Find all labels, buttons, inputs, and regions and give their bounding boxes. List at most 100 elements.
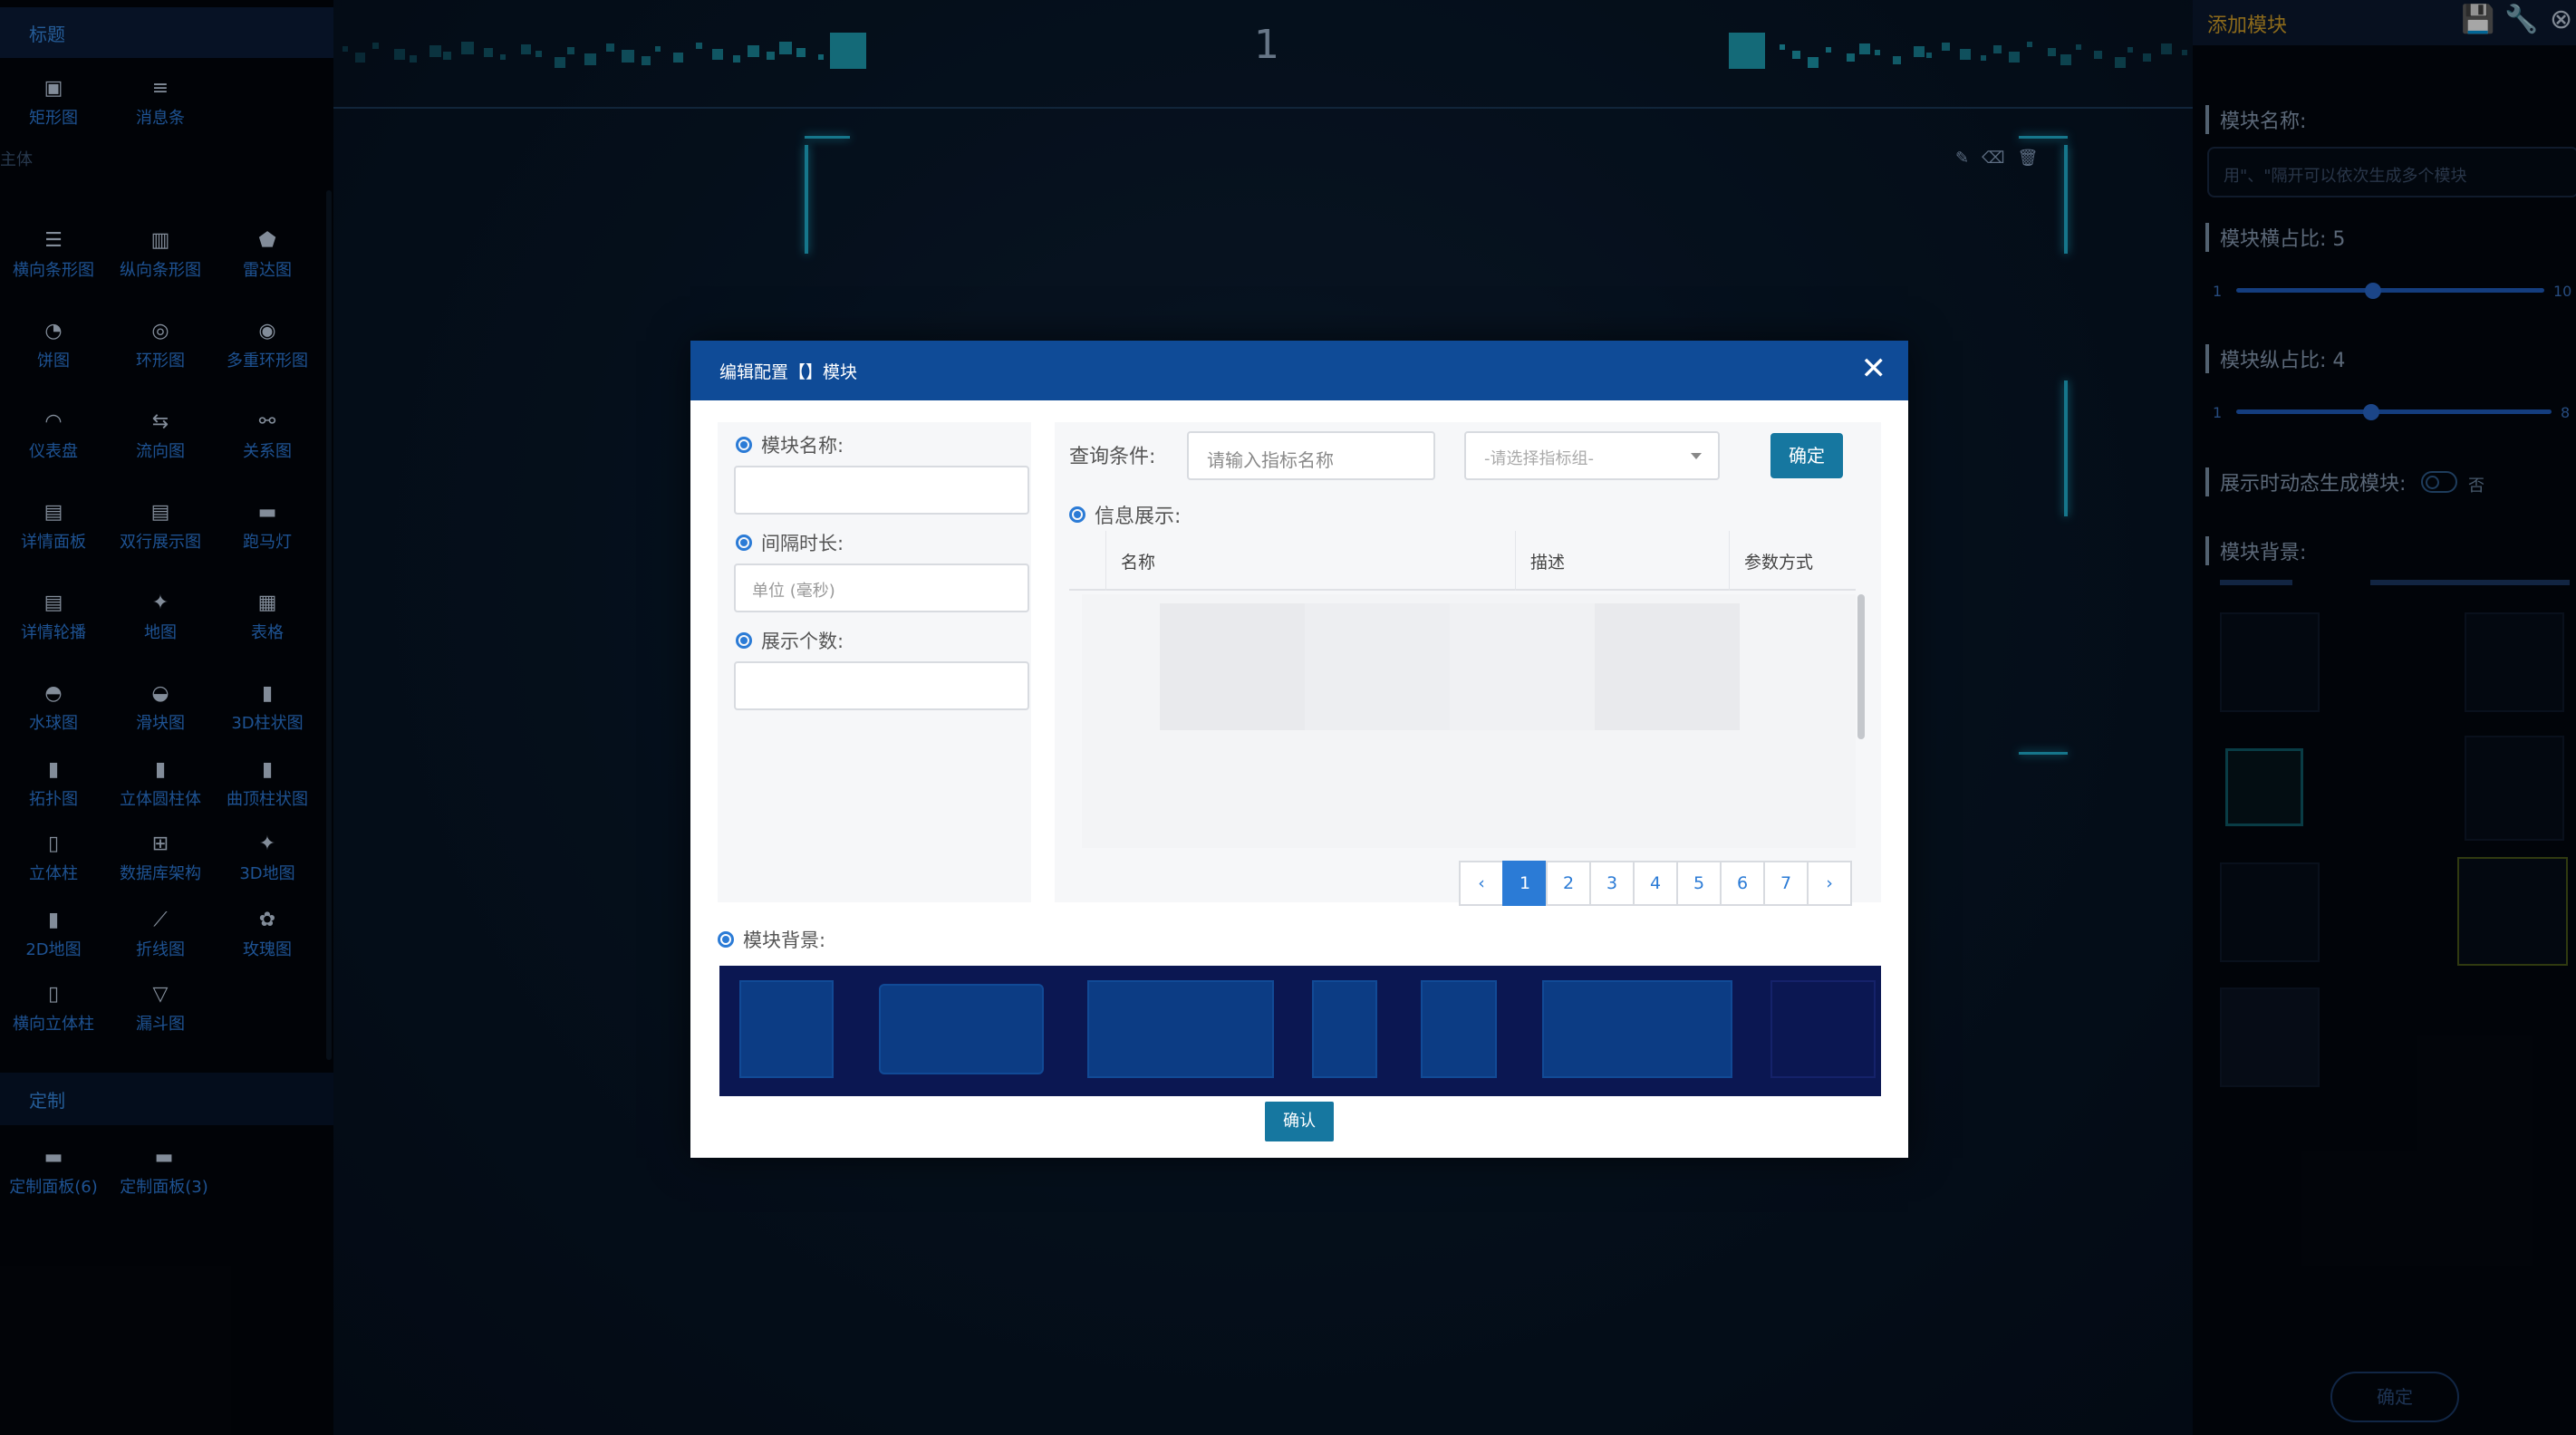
- count-input[interactable]: [734, 661, 1029, 710]
- sidebar-item-line-chart[interactable]: ⟋ 折线图: [107, 906, 214, 978]
- close-icon[interactable]: ✕: [1861, 353, 1887, 384]
- module-name-input[interactable]: 用"、"隔开可以依次生成多个模块: [2207, 147, 2576, 197]
- v-ratio-slider[interactable]: [2236, 409, 2552, 414]
- table-row[interactable]: [1305, 603, 1450, 730]
- decoration-square: [622, 50, 634, 63]
- section-custom-header[interactable]: 定制: [0, 1073, 333, 1125]
- bg-option[interactable]: [2465, 612, 2564, 712]
- name-field-label: 模块名称:: [736, 431, 844, 458]
- sidebar-item-double-row[interactable]: ▤ 双行展示图: [107, 498, 214, 571]
- bg-option[interactable]: [2220, 862, 2320, 962]
- sidebar-item-detail-panel[interactable]: ▤ 详情面板: [0, 498, 107, 571]
- trash-icon[interactable]: 🗑: [2018, 149, 2039, 168]
- h-ratio-thumb[interactable]: [2365, 283, 2382, 299]
- radio-icon[interactable]: [736, 535, 752, 551]
- page-prev[interactable]: ‹: [1459, 861, 1504, 906]
- sidebar-item-curved-bar[interactable]: ▮ 曲顶柱状图: [214, 756, 321, 828]
- page-3[interactable]: 3: [1589, 861, 1635, 906]
- sidebar-item-label: 表格: [251, 623, 284, 642]
- radio-icon[interactable]: [736, 632, 752, 649]
- sidebar-item-h-solid-column[interactable]: ▯ 横向立体柱: [0, 980, 107, 1053]
- page-1[interactable]: 1: [1502, 861, 1548, 906]
- sidebar-item-liquid[interactable]: ◓ 水球图: [0, 679, 107, 752]
- bg-option[interactable]: [2370, 580, 2570, 585]
- sidebar-item-flow[interactable]: ⇆ 流向图: [107, 408, 214, 480]
- page-6[interactable]: 6: [1720, 861, 1765, 906]
- sidebar-item-3d-bar[interactable]: ▮ 3D柱状图: [214, 679, 321, 752]
- table-row[interactable]: [1595, 603, 1740, 730]
- edit-icon[interactable]: ✎: [1955, 149, 1969, 168]
- sidebar-item-solid-column[interactable]: ▯ 立体柱: [0, 830, 107, 902]
- detail-panel-icon: ▤: [43, 500, 63, 524]
- sidebar-item-slider-chart[interactable]: ◒ 滑块图: [107, 679, 214, 752]
- table-scrollbar[interactable]: [1857, 594, 1865, 739]
- query-ok-button[interactable]: 确定: [1770, 433, 1843, 478]
- eraser-icon[interactable]: ⌫: [1982, 149, 2004, 168]
- bg-option-selected[interactable]: [2457, 857, 2568, 966]
- sidebar-item-custom-panel[interactable]: ▬ 定制面板(3): [111, 1143, 217, 1216]
- sidebar-item-gauge[interactable]: ◠ 仪表盘: [0, 408, 107, 480]
- name-input[interactable]: [734, 466, 1029, 515]
- sidebar-item-multi-ring[interactable]: ◉ 多重环形图: [214, 317, 321, 390]
- sidebar-item-topology[interactable]: ▮ 拓扑图: [0, 756, 107, 828]
- sidebar-item-rect-chart[interactable]: ▣ 矩形图: [0, 74, 107, 147]
- bg-option[interactable]: [1542, 980, 1732, 1078]
- sidebar-item-radar[interactable]: ⬟ 雷达图: [214, 226, 321, 299]
- radio-icon[interactable]: [1069, 506, 1085, 523]
- sidebar-item-funnel[interactable]: ▽ 漏斗图: [107, 980, 214, 1053]
- page-7[interactable]: 7: [1763, 861, 1809, 906]
- modal-title: 编辑配置【】模块: [719, 361, 858, 382]
- sidebar-item-db-schema[interactable]: ⊞ 数据库架构: [107, 830, 214, 902]
- panel-confirm-button[interactable]: 确定: [2330, 1372, 2459, 1422]
- sidebar-item-ring[interactable]: ◎ 环形图: [107, 317, 214, 390]
- sidebar-item-pie[interactable]: ◔ 饼图: [0, 317, 107, 390]
- page-5[interactable]: 5: [1676, 861, 1722, 906]
- bg-option[interactable]: [879, 984, 1044, 1074]
- table-row[interactable]: [1450, 603, 1595, 730]
- bg-option[interactable]: [2220, 612, 2320, 712]
- page-4[interactable]: 4: [1633, 861, 1678, 906]
- sidebar-item-rose[interactable]: ✿ 玫瑰图: [214, 906, 321, 978]
- indicator-group-select[interactable]: -请选择指标组-: [1464, 431, 1720, 480]
- radio-icon[interactable]: [736, 437, 752, 453]
- sidebar-item-vertical-bar[interactable]: ▥ 纵向条形图: [107, 226, 214, 299]
- sidebar-item-relation[interactable]: ⚯ 关系图: [214, 408, 321, 480]
- sidebar-item-carousel[interactable]: ▤ 详情轮播: [0, 589, 107, 661]
- close-circle-icon[interactable]: ⊗: [2550, 4, 2572, 35]
- radio-icon[interactable]: [718, 931, 734, 948]
- bg-option[interactable]: [2465, 736, 2564, 841]
- wrench-icon[interactable]: 🔧: [2504, 4, 2538, 35]
- bg-option[interactable]: [1087, 980, 1274, 1078]
- bg-option[interactable]: [1312, 980, 1377, 1078]
- sidebar-item-marquee[interactable]: ▬ 跑马灯: [214, 498, 321, 571]
- panel-header: 添加模块 💾 🔧 ⊗: [2193, 0, 2576, 45]
- section-title-header[interactable]: 标题: [0, 7, 333, 58]
- bg-option[interactable]: [1421, 980, 1497, 1078]
- sidebar-item-2d-map[interactable]: ▮ 2D地图: [0, 906, 107, 978]
- interval-input[interactable]: 单位 (毫秒): [734, 563, 1029, 612]
- sidebar-item-table[interactable]: ▦ 表格: [214, 589, 321, 661]
- save-icon[interactable]: 💾: [2461, 4, 2494, 35]
- bg-option[interactable]: [2220, 987, 2320, 1087]
- bg-option[interactable]: [739, 980, 834, 1078]
- sidebar-item-custom-panel[interactable]: ▬ 定制面板(6): [0, 1143, 107, 1216]
- sidebar-scrollbar[interactable]: [326, 190, 332, 1060]
- sidebar-item-3d-map[interactable]: ✦ 3D地图: [214, 830, 321, 902]
- bg-option[interactable]: [2225, 748, 2303, 826]
- sidebar-item-horizontal-bar[interactable]: ☰ 横向条形图: [0, 226, 107, 299]
- sidebar-item-map[interactable]: ✦ 地图: [107, 589, 214, 661]
- sidebar-item-cylinder[interactable]: ▮ 立体圆柱体: [107, 756, 214, 828]
- decoration-square: [355, 53, 365, 63]
- v-ratio-thumb[interactable]: [2363, 404, 2380, 420]
- sidebar-item-message-bar[interactable]: ≡ 消息条: [107, 74, 214, 147]
- bg-option[interactable]: [2220, 580, 2292, 585]
- ring-icon: ◎: [151, 319, 169, 342]
- bg-option[interactable]: [1770, 980, 1876, 1078]
- dynamic-toggle[interactable]: [2421, 471, 2457, 493]
- indicator-search-input[interactable]: 请输入指标名称: [1187, 431, 1435, 480]
- h-ratio-slider[interactable]: [2236, 288, 2544, 293]
- confirm-button[interactable]: 确认: [1265, 1102, 1334, 1141]
- page-2[interactable]: 2: [1546, 861, 1591, 906]
- table-row[interactable]: [1160, 603, 1305, 730]
- page-next[interactable]: ›: [1807, 861, 1852, 906]
